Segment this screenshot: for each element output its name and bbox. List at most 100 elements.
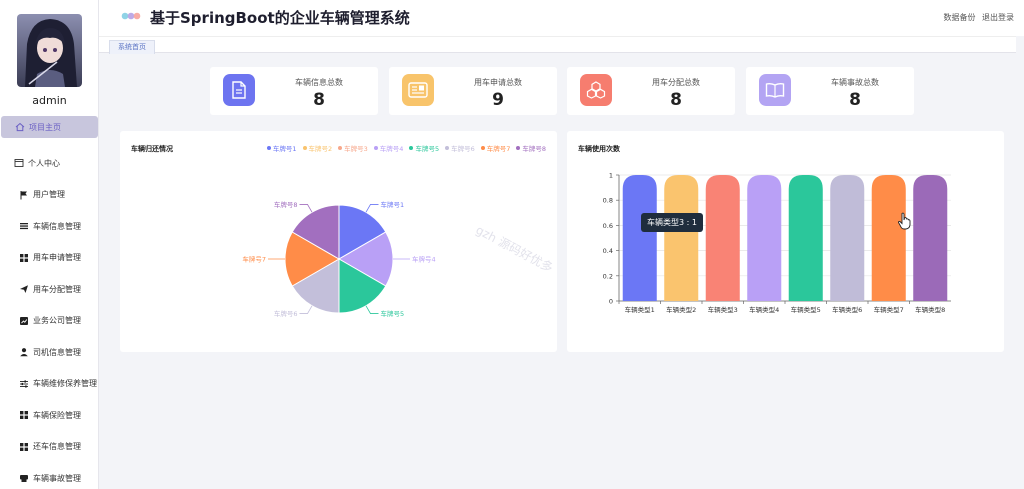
bar[interactable] bbox=[705, 175, 740, 301]
x-tick-label: 车辆类型5 bbox=[791, 305, 821, 314]
sidebar-item-label: 车辆保险管理 bbox=[33, 410, 81, 420]
pie-label-line bbox=[365, 204, 379, 213]
avatar[interactable] bbox=[17, 14, 82, 87]
stat-card-applications: 用车申请总数 9 bbox=[389, 67, 557, 115]
logo-icon bbox=[121, 12, 141, 20]
stat-label: 用车分配总数 bbox=[652, 78, 700, 87]
pie-label-line bbox=[365, 305, 379, 314]
sidebar-item-driver[interactable]: 司机信息管理 bbox=[0, 337, 99, 369]
x-tick-label: 车辆类型4 bbox=[749, 305, 779, 314]
sidebar-item-insurance[interactable]: 车辆保险管理 bbox=[0, 400, 99, 432]
pie-label-line bbox=[299, 305, 313, 314]
stat-value: 9 bbox=[492, 90, 504, 110]
backup-link[interactable]: 数据备份 bbox=[943, 13, 975, 22]
pie-label: 车牌号5 bbox=[381, 309, 405, 318]
stat-value: 8 bbox=[670, 90, 682, 110]
sidebar-item-label: 用车申请管理 bbox=[33, 253, 81, 263]
sidebar-item-vehicle-apply[interactable]: 用车申请管理 bbox=[0, 242, 99, 274]
stat-value: 8 bbox=[313, 90, 325, 110]
tab-bar: 系统首页 bbox=[99, 36, 1016, 54]
bar[interactable] bbox=[622, 175, 657, 301]
pie-label-line bbox=[299, 204, 313, 213]
bar[interactable] bbox=[747, 175, 782, 301]
username: admin bbox=[32, 94, 67, 107]
sidebar-item-maintenance[interactable]: 车辆维修保养管理 bbox=[0, 368, 99, 400]
flag-icon bbox=[18, 189, 29, 200]
sliders-icon bbox=[18, 378, 29, 389]
stat-value: 8 bbox=[849, 90, 861, 110]
sidebar-item-label: 车辆维修保养管理 bbox=[33, 379, 97, 389]
y-tick-label: 0 bbox=[609, 298, 613, 306]
sidebar-item-label: 还车信息管理 bbox=[33, 442, 81, 452]
hand-cursor-icon bbox=[898, 212, 911, 230]
sidebar-item-return[interactable]: 还车信息管理 bbox=[0, 431, 99, 463]
grid-icon bbox=[18, 441, 29, 452]
sidebar-item-profile[interactable]: 个人中心 bbox=[0, 148, 99, 180]
tab-home[interactable]: 系统首页 bbox=[109, 40, 155, 54]
pie-label: 车牌号1 bbox=[381, 200, 405, 209]
book-icon bbox=[759, 74, 791, 106]
page-title: 基于SpringBoot的企业车辆管理系统 bbox=[150, 9, 410, 27]
bar[interactable] bbox=[830, 175, 865, 301]
sidebar: admin 项目主页 个人中心 用户管理 车辆信息管理 用车申请管理 用车分配管… bbox=[0, 0, 99, 489]
home-icon bbox=[14, 122, 25, 133]
pie-label: 车牌号7 bbox=[242, 255, 266, 264]
sidebar-item-label: 车辆信息管理 bbox=[33, 221, 81, 231]
window-icon bbox=[13, 158, 24, 169]
stat-card-accidents: 车辆事故总数 8 bbox=[746, 67, 914, 115]
sidebar-item-label: 司机信息管理 bbox=[33, 347, 81, 357]
stat-card-vehicles: 车辆信息总数 8 bbox=[210, 67, 378, 115]
sidebar-item-home[interactable]: 项目主页 bbox=[1, 116, 98, 138]
x-tick-label: 车辆类型6 bbox=[832, 305, 862, 314]
bar-tooltip: 车辆类型3 : 1 bbox=[641, 213, 703, 232]
header-actions: 数据备份 退出登录 bbox=[939, 12, 1014, 23]
sidebar-item-label: 用户管理 bbox=[33, 190, 65, 200]
pie-label: 车牌号4 bbox=[412, 255, 436, 264]
user-icon bbox=[18, 347, 29, 358]
y-tick-label: 0.8 bbox=[603, 197, 613, 205]
sidebar-menu: 项目主页 个人中心 用户管理 车辆信息管理 用车申请管理 用车分配管理 业务公司… bbox=[0, 116, 99, 489]
stat-card-assignments: 用车分配总数 8 bbox=[567, 67, 735, 115]
document-icon bbox=[223, 74, 255, 106]
sidebar-item-accident[interactable]: 车辆事故管理 bbox=[0, 463, 99, 489]
top-header: 基于SpringBoot的企业车辆管理系统 数据备份 退出登录 bbox=[99, 0, 1024, 36]
x-tick-label: 车辆类型7 bbox=[874, 305, 904, 314]
sidebar-item-label: 车辆事故管理 bbox=[33, 473, 81, 483]
x-tick-label: 车辆类型1 bbox=[625, 305, 655, 314]
x-tick-label: 车辆类型8 bbox=[915, 305, 945, 314]
sidebar-item-vehicle-info[interactable]: 车辆信息管理 bbox=[0, 211, 99, 243]
list-icon bbox=[18, 221, 29, 232]
y-tick-label: 1 bbox=[609, 172, 613, 180]
bar[interactable] bbox=[913, 175, 948, 301]
stat-label: 车辆事故总数 bbox=[831, 78, 879, 87]
x-tick-label: 车辆类型2 bbox=[666, 305, 696, 314]
bar[interactable] bbox=[871, 175, 906, 301]
sidebar-item-label: 用车分配管理 bbox=[33, 284, 81, 294]
bar[interactable] bbox=[788, 175, 823, 301]
y-tick-label: 0.4 bbox=[603, 247, 613, 255]
pie-label: 车牌号6 bbox=[274, 309, 298, 318]
bar-chart-panel: 车辆使用次数 0 0.2 0.4 0.6 0.8 1 车辆类型1 车辆类型2 车辆类型3 车辆类型… bbox=[567, 131, 1004, 352]
grid-icon bbox=[18, 410, 29, 421]
grid-icon bbox=[18, 252, 29, 263]
sidebar-item-users[interactable]: 用户管理 bbox=[0, 179, 99, 211]
bar[interactable] bbox=[664, 175, 699, 301]
pie-label: 车牌号8 bbox=[274, 200, 298, 209]
send-icon bbox=[18, 284, 29, 295]
sidebar-item-label: 项目主页 bbox=[29, 122, 61, 132]
x-tick-label: 车辆类型3 bbox=[708, 305, 738, 314]
y-tick-label: 0.2 bbox=[603, 272, 613, 280]
chart-square-icon bbox=[18, 315, 29, 326]
printer-icon bbox=[18, 473, 29, 484]
bar-chart: 0 0.2 0.4 0.6 0.8 1 车辆类型1 车辆类型2 车辆类型3 车辆类型4 车辆类型5 车… bbox=[603, 172, 951, 314]
stat-label: 用车申请总数 bbox=[474, 78, 522, 87]
sidebar-item-company[interactable]: 业务公司管理 bbox=[0, 305, 99, 337]
y-tick-label: 0.6 bbox=[603, 222, 613, 230]
sidebar-item-vehicle-assign[interactable]: 用车分配管理 bbox=[0, 274, 99, 306]
stat-label: 车辆信息总数 bbox=[295, 78, 343, 87]
id-card-icon bbox=[402, 74, 434, 106]
logout-link[interactable]: 退出登录 bbox=[982, 13, 1014, 22]
cubes-icon bbox=[580, 74, 612, 106]
sidebar-item-label: 业务公司管理 bbox=[33, 316, 81, 326]
sidebar-item-label: 个人中心 bbox=[28, 158, 60, 168]
